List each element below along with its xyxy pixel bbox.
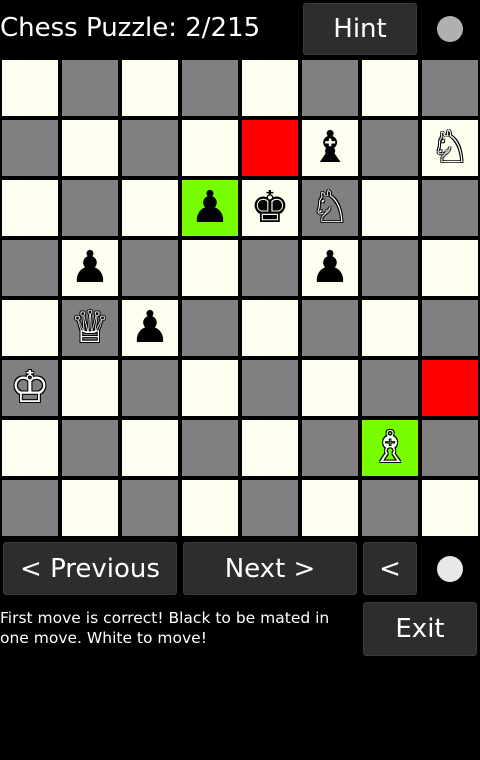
square-e2[interactable] <box>242 420 298 476</box>
square-d5[interactable] <box>182 240 238 296</box>
square-g8[interactable] <box>362 60 418 116</box>
square-h8[interactable] <box>422 60 478 116</box>
square-e8[interactable] <box>242 60 298 116</box>
square-a8[interactable] <box>2 60 58 116</box>
square-b2[interactable] <box>62 420 118 476</box>
square-f4[interactable] <box>302 300 358 356</box>
square-g3[interactable] <box>362 360 418 416</box>
square-e3[interactable] <box>242 360 298 416</box>
square-c3[interactable] <box>122 360 178 416</box>
black-pawn-icon[interactable]: ♟ <box>190 180 229 236</box>
square-c5[interactable] <box>122 240 178 296</box>
exit-button[interactable]: Exit <box>363 602 477 656</box>
black-pawn-icon[interactable]: ♟ <box>130 300 169 356</box>
square-e4[interactable] <box>242 300 298 356</box>
square-d4[interactable] <box>182 300 238 356</box>
square-c4[interactable]: ♟ <box>122 300 178 356</box>
square-c1[interactable] <box>122 480 178 536</box>
square-b5[interactable]: ♟ <box>62 240 118 296</box>
square-d8[interactable] <box>182 60 238 116</box>
square-b6[interactable] <box>62 180 118 236</box>
status-message: First move is correct! Black to be mated… <box>0 609 330 647</box>
white-bishop-icon[interactable]: ♗ <box>370 420 409 476</box>
square-f2[interactable] <box>302 420 358 476</box>
square-h5[interactable] <box>422 240 478 296</box>
square-f8[interactable] <box>302 60 358 116</box>
square-g1[interactable] <box>362 480 418 536</box>
indicator-dot <box>437 16 463 42</box>
square-h7[interactable]: ♘ <box>422 120 478 176</box>
square-g2[interactable]: ♗ <box>362 420 418 476</box>
square-e6[interactable]: ♚ <box>242 180 298 236</box>
square-a6[interactable] <box>2 180 58 236</box>
square-g4[interactable] <box>362 300 418 356</box>
square-a7[interactable] <box>2 120 58 176</box>
square-g6[interactable] <box>362 180 418 236</box>
square-b7[interactable] <box>62 120 118 176</box>
square-b1[interactable] <box>62 480 118 536</box>
square-d7[interactable] <box>182 120 238 176</box>
square-a4[interactable] <box>2 300 58 356</box>
square-f6[interactable]: ♘ <box>302 180 358 236</box>
hint-button[interactable]: Hint <box>303 3 417 55</box>
square-f1[interactable] <box>302 480 358 536</box>
chess-board[interactable]: ♝ ♘ ♟ ♚ ♘ ♟ ♟ ♕ ♟ ♔ ♗ <box>0 58 480 538</box>
square-d1[interactable] <box>182 480 238 536</box>
square-f5[interactable]: ♟ <box>302 240 358 296</box>
square-b8[interactable] <box>62 60 118 116</box>
square-c8[interactable] <box>122 60 178 116</box>
previous-button[interactable]: < Previous <box>3 542 177 595</box>
square-d6[interactable]: ♟ <box>182 180 238 236</box>
back-button[interactable]: < <box>363 542 417 595</box>
square-a5[interactable] <box>2 240 58 296</box>
black-pawn-icon[interactable]: ♟ <box>310 240 349 296</box>
black-bishop-icon[interactable]: ♝ <box>310 120 349 176</box>
white-knight-icon[interactable]: ♘ <box>310 180 349 236</box>
white-king-icon[interactable]: ♔ <box>10 360 49 416</box>
square-c6[interactable] <box>122 180 178 236</box>
page-title: Chess Puzzle: 2/215 <box>0 13 261 43</box>
square-h2[interactable] <box>422 420 478 476</box>
indicator-dot-bottom <box>437 556 463 582</box>
white-queen-icon[interactable]: ♕ <box>70 300 109 356</box>
white-knight-icon[interactable]: ♘ <box>430 120 469 176</box>
square-a3[interactable]: ♔ <box>2 360 58 416</box>
square-h6[interactable] <box>422 180 478 236</box>
square-b4[interactable]: ♕ <box>62 300 118 356</box>
square-g7[interactable] <box>362 120 418 176</box>
square-e7[interactable] <box>242 120 298 176</box>
square-h3[interactable] <box>422 360 478 416</box>
square-h4[interactable] <box>422 300 478 356</box>
square-a2[interactable] <box>2 420 58 476</box>
square-f7[interactable]: ♝ <box>302 120 358 176</box>
square-a1[interactable] <box>2 480 58 536</box>
square-e1[interactable] <box>242 480 298 536</box>
square-h1[interactable] <box>422 480 478 536</box>
square-d2[interactable] <box>182 420 238 476</box>
square-g5[interactable] <box>362 240 418 296</box>
square-e5[interactable] <box>242 240 298 296</box>
square-c2[interactable] <box>122 420 178 476</box>
black-pawn-icon[interactable]: ♟ <box>70 240 109 296</box>
square-b3[interactable] <box>62 360 118 416</box>
square-f3[interactable] <box>302 360 358 416</box>
next-button[interactable]: Next > <box>183 542 357 595</box>
square-c7[interactable] <box>122 120 178 176</box>
black-king-icon[interactable]: ♚ <box>250 180 289 236</box>
square-d3[interactable] <box>182 360 238 416</box>
